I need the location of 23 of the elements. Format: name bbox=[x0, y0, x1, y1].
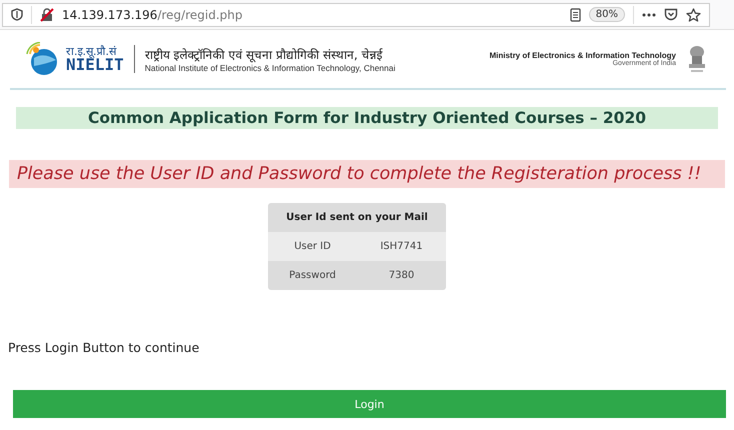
url-text[interactable]: 14.139.173.196/reg/regid.php bbox=[62, 8, 242, 22]
pocket-icon[interactable] bbox=[664, 8, 678, 21]
table-cell-text: User ID bbox=[293, 240, 332, 254]
instruction-text: Press Login Button to continue bbox=[8, 340, 200, 355]
logo-hindi-text: रा.इ.सू.प्रौ.सं bbox=[66, 46, 118, 56]
crossed-lock-icon[interactable] bbox=[40, 8, 54, 22]
emblem-drawing bbox=[686, 44, 708, 74]
table-cell-text: Password bbox=[288, 269, 337, 283]
logo-text: NIELIT bbox=[66, 56, 124, 72]
institute-hindi-title: राष्ट्रीय इलेक्ट्रॉनिकी एवं सूचना प्रौद्योगिकी संस्थान, चेन्नई bbox=[144, 46, 384, 62]
star-icon[interactable] bbox=[686, 8, 701, 22]
address-bar[interactable]: 14.139.173.196/reg/regid.php 80% bbox=[2, 2, 710, 26]
shield-icon[interactable] bbox=[11, 8, 23, 21]
ministry-name: Ministry of Electronics & Information Technology bbox=[489, 51, 676, 60]
form-title: Common Application Form for Industry Oriented Courses – 2020 bbox=[16, 107, 718, 129]
table-cell-text: ISH7741 bbox=[379, 240, 424, 254]
table-cell-text: 7380 bbox=[388, 269, 416, 283]
reader-view-icon[interactable] bbox=[570, 8, 581, 22]
more-icon[interactable] bbox=[642, 12, 656, 16]
zoom-level-button[interactable]: 80% bbox=[588, 7, 625, 22]
message-text: Please use the User ID and Password to complete the Registeration process !! bbox=[9, 160, 725, 188]
institute-english-title: National Institute of Electronics & Information Technology, Chennai bbox=[144, 62, 396, 72]
table-header: User Id sent on your Mail bbox=[268, 203, 446, 232]
